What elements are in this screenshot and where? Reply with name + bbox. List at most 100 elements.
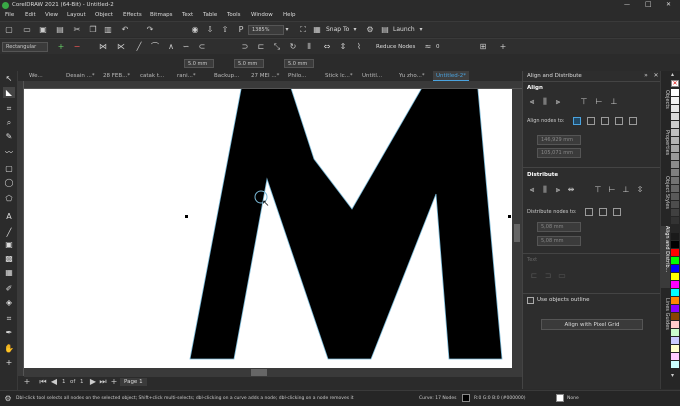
align-to-active-icon[interactable] [573, 117, 581, 125]
open-icon[interactable]: ▭ [22, 25, 32, 35]
palette-swatch[interactable] [671, 305, 679, 312]
menu-file[interactable]: File [5, 12, 14, 18]
paste-icon[interactable]: ▥ [103, 25, 113, 35]
status-gear-icon[interactable]: ⚙ [3, 394, 13, 404]
interactive-fill-icon[interactable]: ◈ [3, 297, 15, 308]
new-document-icon[interactable]: ▢ [4, 25, 14, 35]
align-center-h-icon[interactable]: ⫼ [540, 97, 550, 107]
connector-tool-icon[interactable]: ▣ [3, 239, 15, 250]
zoom-level-field[interactable]: 1385% [248, 25, 284, 35]
drawing-canvas[interactable]: ↖ [24, 89, 512, 368]
align-to-page-center-icon[interactable] [601, 117, 609, 125]
page-tab[interactable]: Page 1 [120, 378, 147, 386]
palette-swatch[interactable] [671, 185, 679, 192]
smooth-node-icon[interactable]: ∽ [181, 42, 191, 52]
document-tab[interactable]: Desain ...* [63, 71, 99, 81]
distribute-left-icon[interactable]: ⫷ [527, 185, 537, 195]
palette-swatch[interactable] [671, 313, 679, 320]
document-tab[interactable]: rani...* [174, 71, 210, 81]
align-to-point-icon[interactable] [629, 117, 637, 125]
menu-window[interactable]: Window [251, 12, 273, 18]
distribute-center-v-icon[interactable]: ⊢ [607, 185, 617, 195]
rectangle-tool-icon[interactable]: ▢ [3, 163, 15, 174]
transparency-icon[interactable]: ▦ [3, 267, 15, 278]
reduce-nodes-button[interactable]: Reduce Nodes [376, 44, 415, 50]
to-line-icon[interactable]: ╱ [134, 42, 144, 52]
use-outline-checkbox[interactable] [527, 297, 534, 304]
document-tab[interactable]: We... [26, 71, 62, 81]
copy-icon[interactable]: ❐ [88, 25, 98, 35]
horizontal-scroll-thumb[interactable] [251, 369, 267, 376]
palette-swatch[interactable] [671, 89, 679, 96]
palette-swatch[interactable] [671, 281, 679, 288]
prev-page-icon[interactable]: ◀ [49, 377, 59, 387]
palette-swatch[interactable] [671, 169, 679, 176]
menu-effects[interactable]: Effects [123, 12, 142, 18]
launch-dropdown[interactable]: Launch [393, 26, 415, 33]
palette-swatch[interactable] [671, 361, 679, 368]
last-page-icon[interactable]: ⏭ [98, 377, 108, 387]
palette-swatch[interactable] [671, 289, 679, 296]
reflect-h-icon[interactable]: ⇔ [322, 42, 332, 52]
freehand-tool-icon[interactable]: ✎ [3, 131, 15, 142]
palette-swatch[interactable] [671, 153, 679, 160]
publish-pdf-icon[interactable]: P [236, 25, 246, 35]
palette-swatch[interactable] [671, 273, 679, 280]
document-tab[interactable]: Stick lc...* [322, 71, 358, 81]
close-button[interactable]: ✕ [666, 1, 671, 8]
undo-icon[interactable]: ↶ [120, 25, 130, 35]
distribute-spacing-v-icon[interactable]: ⇳ [635, 185, 645, 195]
more-tools-icon[interactable]: + [3, 357, 15, 368]
palette-swatch[interactable] [671, 113, 679, 120]
distribute-y-field[interactable]: 5,08 mm [537, 236, 581, 246]
rotate-nodes-icon[interactable]: ↻ [288, 42, 298, 52]
no-color-swatch[interactable]: ✕ [671, 80, 679, 87]
smoothness-value[interactable]: 0 [436, 44, 440, 50]
tab-properties[interactable]: Properties [660, 130, 670, 166]
document-tab[interactable]: Backup... [211, 71, 247, 81]
menu-layout[interactable]: Layout [67, 12, 86, 18]
palette-swatch[interactable] [671, 145, 679, 152]
palette-swatch[interactable] [671, 345, 679, 352]
save-icon[interactable]: ▣ [38, 25, 48, 35]
palette-swatch[interactable] [671, 257, 679, 264]
align-bottom-icon[interactable]: ⊥ [609, 97, 619, 107]
delete-node-icon[interactable]: − [72, 42, 82, 52]
reflect-v-icon[interactable]: ⇕ [338, 42, 348, 52]
document-tab[interactable]: Untitled-2* [433, 71, 469, 81]
palette-swatch[interactable] [671, 337, 679, 344]
palette-swatch[interactable] [671, 225, 679, 232]
menu-tools[interactable]: Tools [227, 12, 241, 18]
palette-up-icon[interactable]: ▴ [671, 71, 674, 78]
align-top-icon[interactable]: ⊤ [579, 97, 589, 107]
extract-subpath-icon[interactable]: ⊏ [256, 42, 266, 52]
palette-swatch[interactable] [671, 121, 679, 128]
menu-view[interactable]: View [45, 12, 58, 18]
tab-lines-guides[interactable]: Lines Guides [660, 298, 670, 338]
zoom-dropdown-icon[interactable]: ▾ [282, 25, 292, 35]
align-right-icon[interactable]: ⫸ [553, 97, 563, 107]
document-tab[interactable]: Yu zho...* [396, 71, 432, 81]
nudge-x-field[interactable]: 5.0 mm [184, 59, 214, 68]
align-x-field[interactable]: 146,929 mm [537, 135, 581, 145]
palette-swatch[interactable] [671, 105, 679, 112]
cut-icon[interactable]: ✂ [72, 25, 82, 35]
distribute-right-icon[interactable]: ⫸ [553, 185, 563, 195]
smart-fill-icon[interactable]: ⌗ [3, 313, 15, 324]
add-icon[interactable]: + [498, 42, 508, 52]
palette-swatch[interactable] [671, 241, 679, 248]
node-marker[interactable] [508, 215, 511, 218]
document-tab[interactable]: catak t... [137, 71, 173, 81]
palette-swatch[interactable] [671, 321, 679, 328]
first-page-icon[interactable]: ⏮ [38, 377, 48, 387]
node-marker[interactable] [185, 215, 188, 218]
to-curve-icon[interactable]: ⌒ [150, 42, 160, 52]
palette-swatch[interactable] [671, 209, 679, 216]
add-node-icon[interactable]: + [56, 42, 66, 52]
palette-swatch[interactable] [671, 177, 679, 184]
document-tab[interactable]: Philo... [285, 71, 321, 81]
reverse-direction-icon[interactable]: ⊃ [240, 42, 250, 52]
distribute-top-icon[interactable]: ⊤ [593, 185, 603, 195]
distribute-x-field[interactable]: 5,08 mm [537, 222, 581, 232]
document-tab[interactable]: 27 MEI ...* [248, 71, 284, 81]
